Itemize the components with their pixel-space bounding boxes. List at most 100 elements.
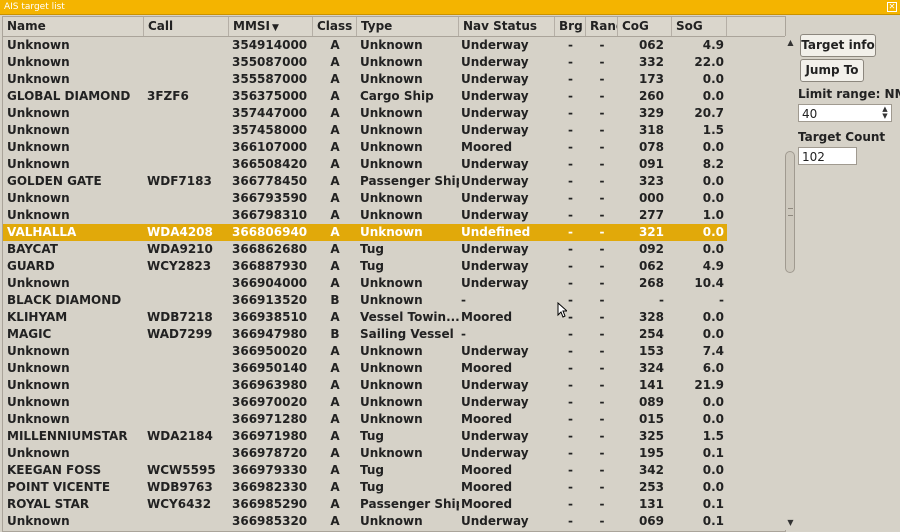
table-cell-brg: - <box>568 463 573 477</box>
table-row[interactable]: GUARD WCY2823 366887930 A Tug Underway - - 062 4.… <box>3 258 727 275</box>
table-cell-cog: 131 <box>638 497 664 511</box>
table-row[interactable]: ROYAL STAR WCY6432 366985290 A Passenger Shi… <box>3 496 727 513</box>
column-header-nav-status[interactable]: Nav Status <box>459 17 555 36</box>
table-row[interactable]: MILLENNIUMSTAR WDA2184 366971980 A Tug Underw… <box>3 428 727 445</box>
table-cell-class: A <box>330 344 340 358</box>
table-row[interactable]: Unknown 366950140 A Unknown Moored - - 324 6.0 <box>3 360 727 377</box>
column-header-rang[interactable]: Rang <box>586 17 618 36</box>
table-row[interactable]: Unknown 366950020 A Unknown Underway - - 153 7.4 <box>3 343 727 360</box>
column-header-class[interactable]: Class <box>313 17 357 36</box>
table-cell-rang: - <box>599 225 605 239</box>
table-row[interactable]: Unknown 366963980 A Unknown Underway - - 141 21.… <box>3 377 727 394</box>
table-cell-call: WDA9210 <box>147 242 213 256</box>
close-icon[interactable]: ✕ <box>887 2 897 12</box>
column-header-call[interactable]: Call <box>144 17 229 36</box>
table-row[interactable]: Unknown 366978720 A Unknown Underway - - 195 0.1 <box>3 445 727 462</box>
spin-arrows-icon[interactable]: ▲ ▼ <box>881 106 889 120</box>
title-bar[interactable]: AIS target list ✕ <box>0 0 900 15</box>
table-cell-name: Unknown <box>7 123 70 137</box>
table-cell-class: A <box>330 106 340 120</box>
table-row[interactable]: Unknown 366985320 A Unknown Underway - - 069 0.1 <box>3 513 727 530</box>
ais-target-list-window: AIS target list ✕ Name Call MMSI ▼ Class Type… <box>0 0 900 532</box>
table-cell-name: Unknown <box>7 55 70 69</box>
table-cell-brg: - <box>568 38 573 52</box>
column-header-brg[interactable]: Brg <box>555 17 586 36</box>
table-row[interactable]: GLOBAL DIAMOND 3FZF6 356375000 A Cargo Ship U… <box>3 88 727 105</box>
scroll-up-icon[interactable]: ▲ <box>785 38 796 48</box>
table-cell-brg: - <box>568 208 573 222</box>
table-cell-cog: 253 <box>638 480 664 494</box>
table-cell-brg: - <box>568 395 573 409</box>
table-row[interactable]: KLIHYAM WDB7218 366938510 A Vessel Towin... M… <box>3 309 727 326</box>
table-cell-cog: 277 <box>638 208 664 222</box>
table-cell-rang: - <box>599 463 605 477</box>
table-cell-nav-status: Underway <box>461 55 529 69</box>
table-cell-cog: 195 <box>638 446 664 460</box>
table-cell-brg: - <box>568 446 573 460</box>
scrollbar-thumb[interactable] <box>785 151 795 273</box>
table-cell-nav-status: Undefined <box>461 225 531 239</box>
table-cell-rang: - <box>599 378 605 392</box>
table-cell-brg: - <box>568 497 573 511</box>
table-cell-name: Unknown <box>7 395 70 409</box>
table-row[interactable]: Unknown 355087000 A Unknown Underway - - 332 22.… <box>3 54 727 71</box>
table-cell-mmsi: 355587000 <box>232 72 308 86</box>
table-row[interactable]: Unknown 366798310 A Unknown Underway - - 277 1.0 <box>3 207 727 224</box>
table-cell-cog: 324 <box>638 361 664 375</box>
table-cell-class: A <box>330 72 340 86</box>
table-cell-type: Unknown <box>360 293 423 307</box>
table-row[interactable]: Unknown 355587000 A Unknown Underway - - 173 0.0 <box>3 71 727 88</box>
vertical-scrollbar[interactable]: ▲ ▼ <box>785 36 796 530</box>
table-row[interactable]: KEEGAN FOSS WCW5595 366979330 A Tug Moored - - 3… <box>3 462 727 479</box>
table-cell-mmsi: 366806940 <box>232 225 308 239</box>
table-cell-type: Unknown <box>360 140 423 154</box>
column-header-mmsi[interactable]: MMSI ▼ <box>229 17 313 36</box>
target-info-button[interactable]: Target info <box>800 34 876 57</box>
table-cell-rang: - <box>599 55 605 69</box>
table-cell-mmsi: 366979330 <box>232 463 308 477</box>
table-row[interactable]: Unknown 366508420 A Unknown Underway - - 091 8.2 <box>3 156 727 173</box>
column-header-type[interactable]: Type <box>357 17 459 36</box>
table-row[interactable]: Unknown 366970020 A Unknown Underway - - 089 0.0 <box>3 394 727 411</box>
table-cell-type: Unknown <box>360 276 423 290</box>
table-row-selected[interactable]: VALHALLA WDA4208 366806940 A Unknown Undefine… <box>3 224 727 241</box>
table-row[interactable]: MAGIC WAD7299 366947980 B Sailing Vessel - - -2… <box>3 326 727 343</box>
table-row[interactable]: Unknown 357458000 A Unknown Underway - - 318 1.5 <box>3 122 727 139</box>
table-row[interactable]: Unknown 357447000 A Unknown Underway - - 329 20.… <box>3 105 727 122</box>
table-cell-brg: - <box>568 480 573 494</box>
table-cell-mmsi: 366947980 <box>232 327 308 341</box>
table-cell-name: Unknown <box>7 38 70 52</box>
column-header-name[interactable]: Name <box>3 17 144 36</box>
table-row[interactable]: BAYCAT WDA9210 366862680 A Tug Underway - - 092 0… <box>3 241 727 258</box>
table-cell-cog: - <box>659 293 664 307</box>
table-row[interactable]: BLACK DIAMOND 366913520 B Unknown - - - - - <box>3 292 727 309</box>
table-cell-type: Unknown <box>360 38 423 52</box>
table-cell-nav-status: Underway <box>461 259 529 273</box>
table-row[interactable]: Unknown 366107000 A Unknown Moored - - 078 0.0 <box>3 139 727 156</box>
table-cell-type: Tug <box>360 480 384 494</box>
table-cell-sog: 0.0 <box>702 242 724 256</box>
table-row[interactable]: Unknown 366904000 A Unknown Underway - - 268 10.… <box>3 275 727 292</box>
jump-to-button[interactable]: Jump To <box>800 59 864 82</box>
table-cell-nav-status: Moored <box>461 310 513 324</box>
table-cell-name: Unknown <box>7 106 70 120</box>
table-row[interactable]: Unknown 366793590 A Unknown Underway - - 000 0.0 <box>3 190 727 207</box>
column-header-sog[interactable]: SoG <box>672 17 727 36</box>
table-cell-type: Unknown <box>360 225 423 239</box>
table-cell-nav-status: Underway <box>461 157 529 171</box>
limit-range-value: 40 <box>802 107 818 121</box>
scroll-down-icon[interactable]: ▼ <box>785 518 796 528</box>
table-cell-class: A <box>330 157 340 171</box>
table-cell-call: WCY6432 <box>147 497 212 511</box>
table-cell-cog: 328 <box>638 310 664 324</box>
table-row[interactable]: Unknown 354914000 A Unknown Underway - - 062 4.9 <box>3 37 727 54</box>
table-row[interactable]: POINT VICENTE WDB9763 366982330 A Tug Moored -… <box>3 479 727 496</box>
table-cell-call <box>147 207 229 224</box>
table-cell-call: WCY2823 <box>147 259 212 273</box>
table-row[interactable]: Unknown 366971280 A Unknown Moored - - 015 0.0 <box>3 411 727 428</box>
column-header-cog[interactable]: CoG <box>618 17 672 36</box>
limit-range-spinbox[interactable]: 40 ▲ ▼ <box>798 104 892 122</box>
table-cell-sog: 0.0 <box>702 480 724 494</box>
table-cell-class: A <box>330 429 340 443</box>
table-row[interactable]: GOLDEN GATE WDF7183 366778450 A Passenger Sh… <box>3 173 727 190</box>
